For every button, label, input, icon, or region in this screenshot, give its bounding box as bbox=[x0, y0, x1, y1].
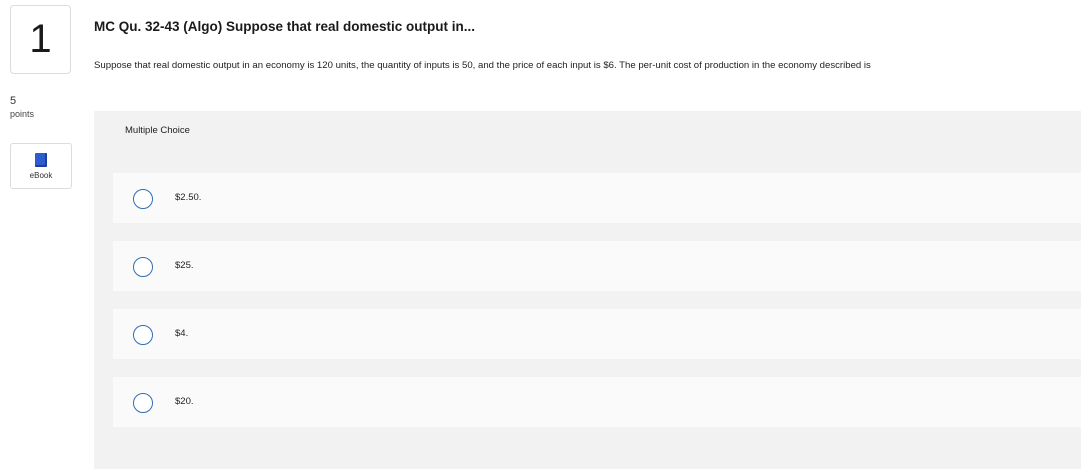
question-prompt: Suppose that real domestic output in an … bbox=[94, 60, 871, 71]
question-title: MC Qu. 32-43 (Algo) Suppose that real do… bbox=[94, 19, 476, 34]
multiple-choice-panel: Multiple Choice $2.50. $25. $4. $20. bbox=[94, 111, 1081, 469]
radio-button[interactable] bbox=[133, 189, 153, 209]
radio-button[interactable] bbox=[133, 325, 153, 345]
question-number: 1 bbox=[29, 17, 52, 61]
book-icon bbox=[35, 152, 47, 167]
question-page: 1 5 points eBook MC Qu. 32-43 (Algo) Sup… bbox=[0, 0, 1081, 469]
ebook-label: eBook bbox=[29, 170, 53, 180]
points-info: 5 points bbox=[10, 95, 34, 121]
question-number-box: 1 bbox=[10, 5, 71, 74]
multiple-choice-label: Multiple Choice bbox=[125, 124, 190, 136]
points-label: points bbox=[10, 109, 35, 119]
choice-label: $25. bbox=[175, 260, 194, 271]
choice-label: $20. bbox=[175, 396, 194, 407]
choice-label: $4. bbox=[175, 328, 189, 339]
choice-label: $2.50. bbox=[175, 192, 202, 203]
multiple-choice-header: Multiple Choice bbox=[94, 111, 1081, 149]
choice-option-2[interactable]: $25. bbox=[113, 241, 1081, 291]
ebook-button[interactable]: eBook bbox=[10, 143, 72, 189]
points-value: 5 bbox=[10, 95, 17, 107]
choice-option-3[interactable]: $4. bbox=[113, 309, 1081, 359]
radio-button[interactable] bbox=[133, 393, 153, 413]
choice-option-1[interactable]: $2.50. bbox=[113, 173, 1081, 223]
choice-option-4[interactable]: $20. bbox=[113, 377, 1081, 427]
radio-button[interactable] bbox=[133, 257, 153, 277]
